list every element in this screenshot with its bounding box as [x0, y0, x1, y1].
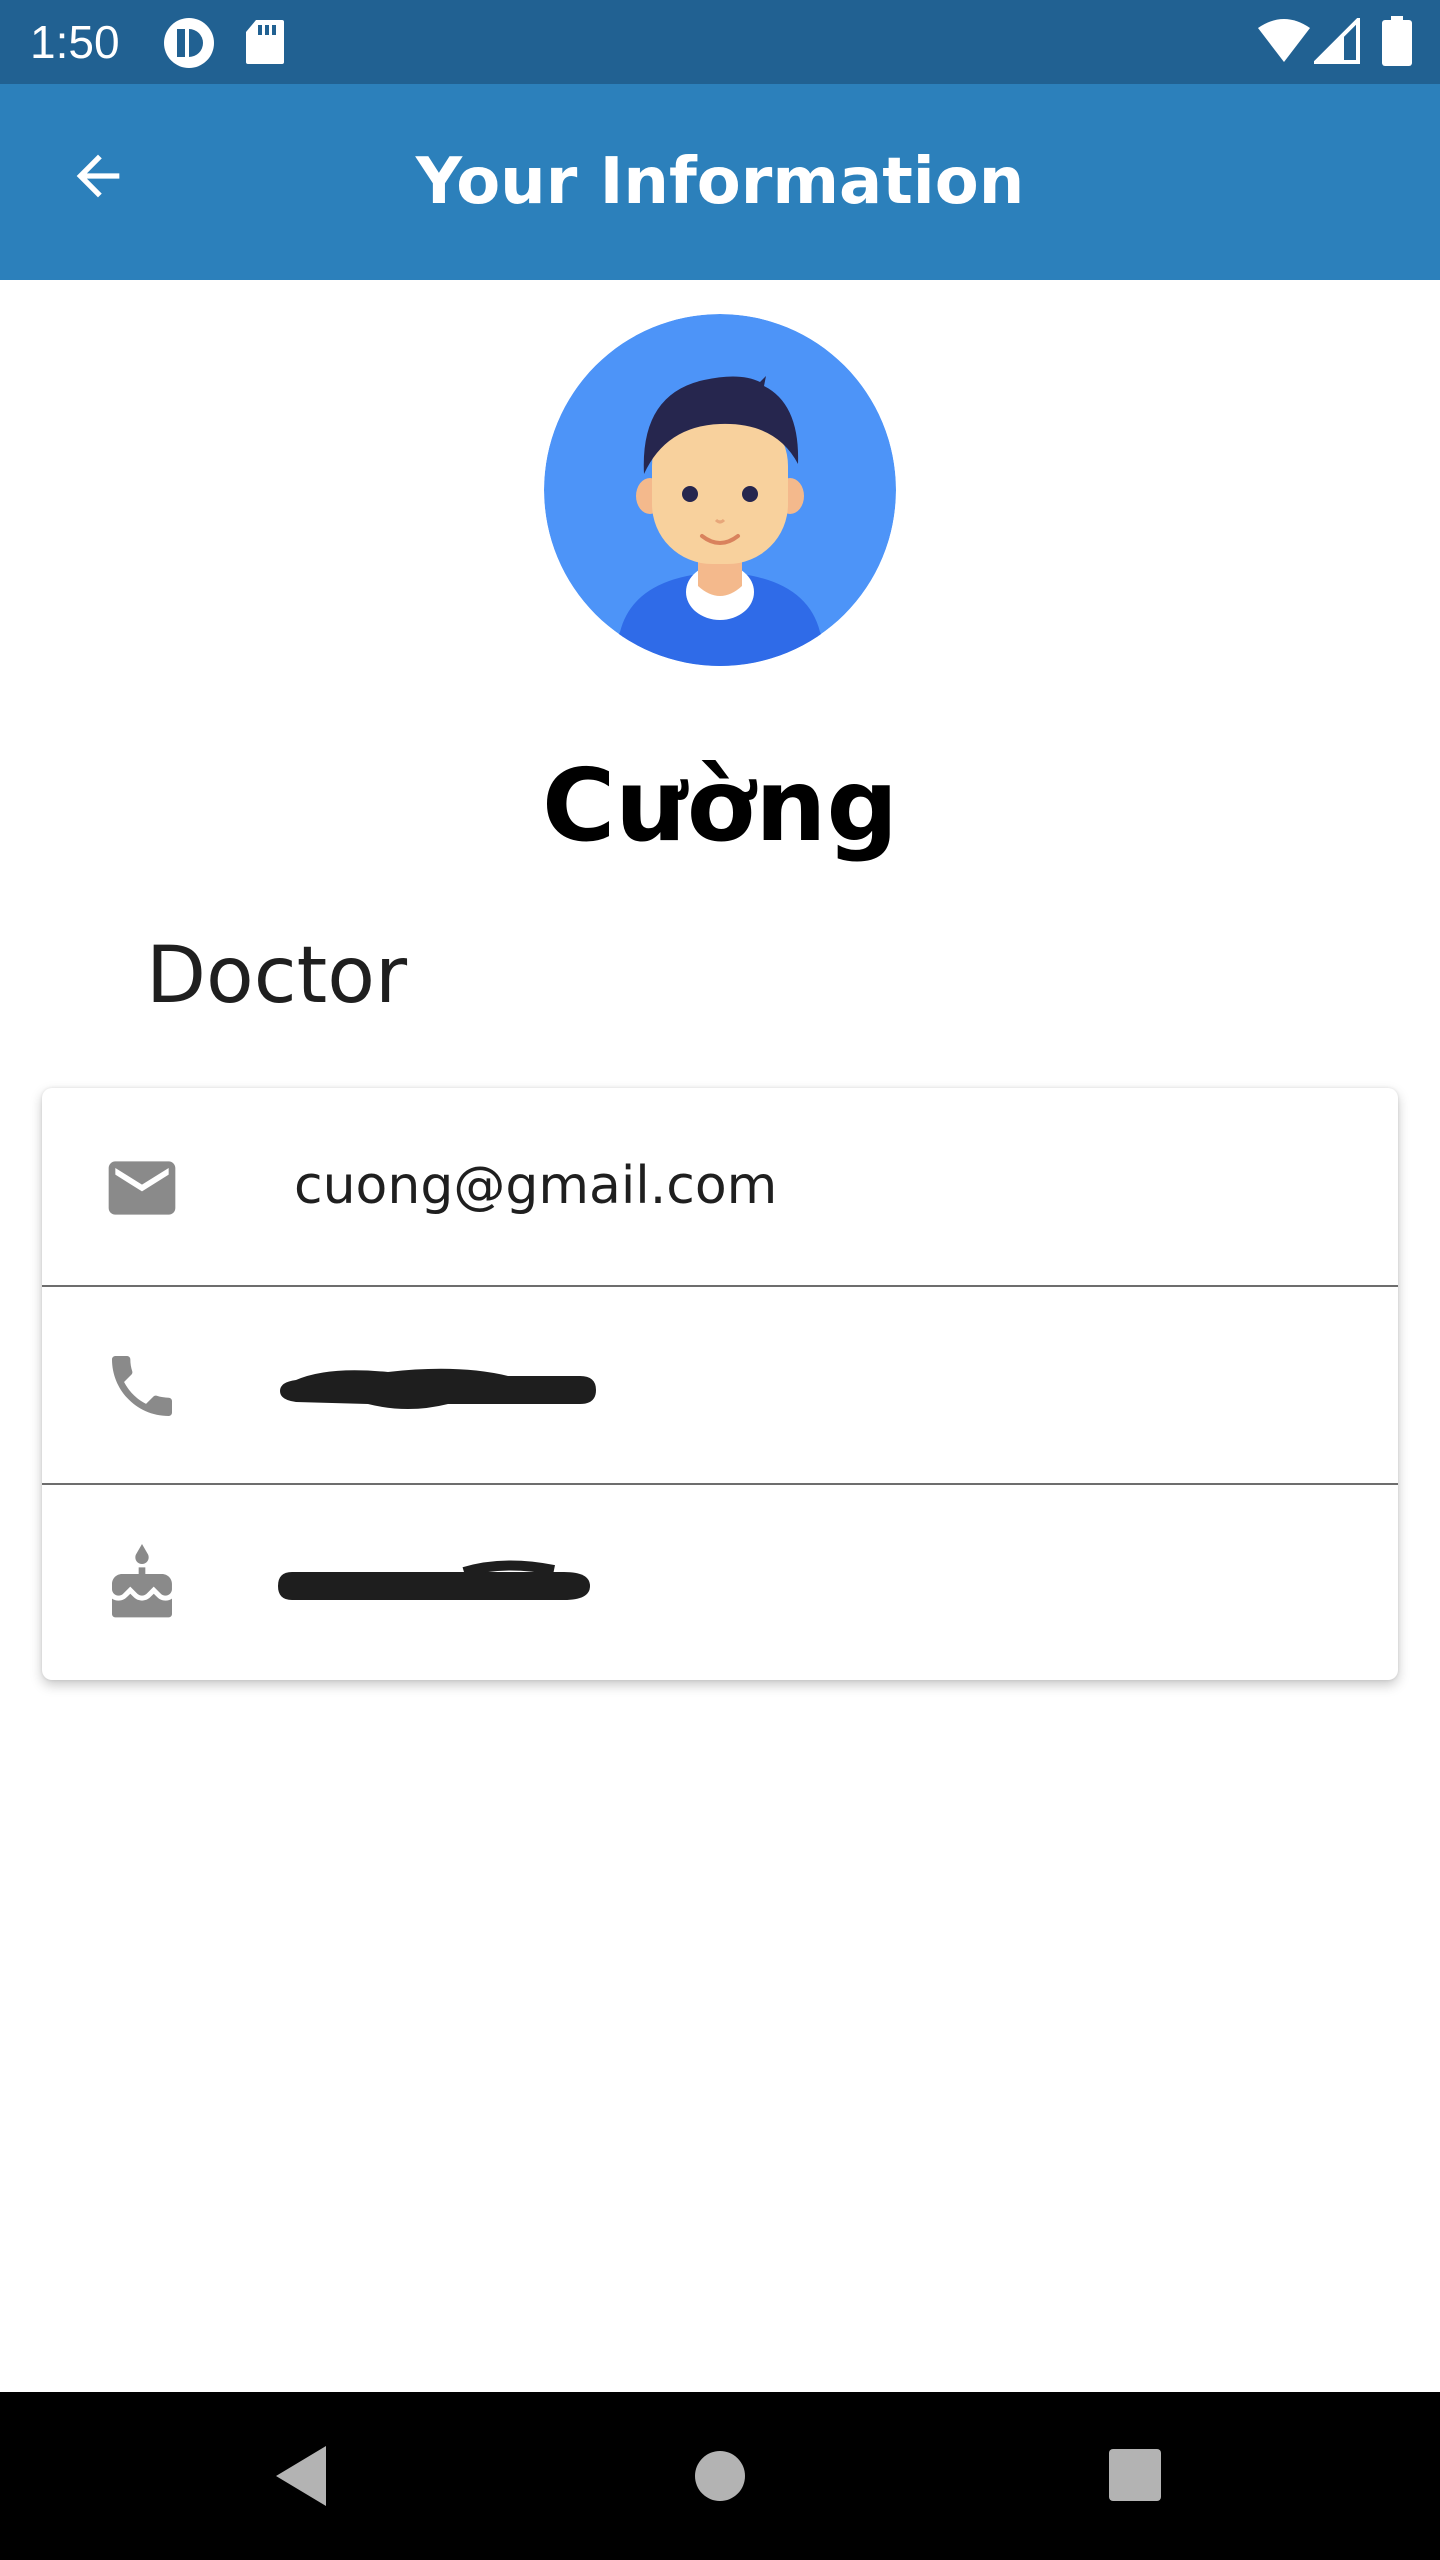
- phone-icon: [102, 1346, 182, 1426]
- phone-row[interactable]: [42, 1286, 1398, 1483]
- recents-square-icon[interactable]: [1108, 2448, 1162, 2506]
- email-value: cuong@gmail.com: [294, 1156, 778, 1216]
- user-avatar-illustration: [544, 314, 896, 666]
- navigation-bar: [0, 2392, 1440, 2560]
- app-bar: Your Information: [0, 84, 1440, 280]
- sd-card-icon: [244, 18, 286, 70]
- battery-icon: [1382, 16, 1412, 70]
- back-triangle-icon[interactable]: [272, 2444, 328, 2512]
- info-card: cuong@gmail.com: [42, 1088, 1398, 1680]
- status-time: 1:50: [30, 16, 120, 68]
- cake-icon: [102, 1544, 182, 1624]
- user-name: Cường: [541, 747, 899, 864]
- avatar[interactable]: [544, 314, 896, 666]
- cell-signal-icon: [1311, 15, 1362, 68]
- birthday-row[interactable]: [42, 1484, 1398, 1681]
- redacted-birthday: [264, 1542, 624, 1626]
- mail-icon: [102, 1148, 182, 1228]
- wifi-icon: [1256, 18, 1312, 68]
- redacted-phone: [268, 1344, 638, 1428]
- email-row[interactable]: cuong@gmail.com: [42, 1088, 1398, 1285]
- user-role: Doctor: [146, 931, 408, 1021]
- home-circle-icon[interactable]: [694, 2450, 746, 2506]
- page-title: Your Information: [415, 145, 1025, 219]
- status-bar: 1:50: [0, 0, 1440, 84]
- notification-app-icon: [162, 16, 216, 74]
